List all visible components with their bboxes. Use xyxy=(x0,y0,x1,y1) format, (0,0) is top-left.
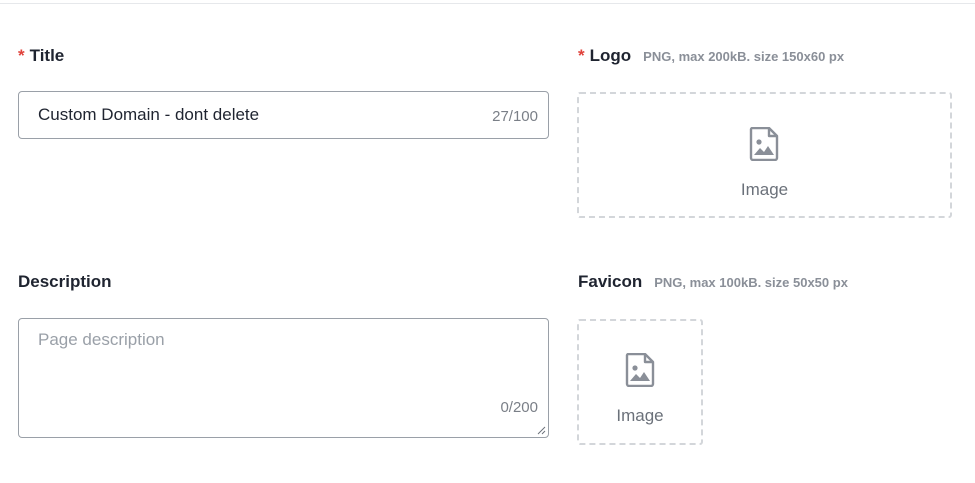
favicon-upload-label: Image xyxy=(616,406,664,425)
description-char-counter: 0/200 xyxy=(500,399,538,416)
required-mark: * xyxy=(18,46,25,65)
resize-handle-icon[interactable] xyxy=(537,426,546,435)
title-char-counter: 27/100 xyxy=(492,108,538,125)
logo-upload-label: Image xyxy=(740,180,789,199)
title-label: * Title xyxy=(18,45,64,67)
title-label-text: Title xyxy=(29,46,65,65)
description-placeholder: Page description xyxy=(38,330,165,349)
logo-label-text: Logo xyxy=(589,46,632,65)
favicon-label: Favicon PNG, max 100kB. size 50x50 px xyxy=(578,271,848,294)
favicon-hint: PNG, max 100kB. size 50x50 px xyxy=(654,275,848,290)
image-icon xyxy=(625,353,655,387)
favicon-label-text: Favicon xyxy=(578,272,643,291)
description-label: Description xyxy=(18,271,112,293)
logo-upload-dropzone[interactable]: Image xyxy=(577,92,952,218)
description-textarea[interactable]: Page description 0/200 xyxy=(18,318,549,438)
logo-label: * Logo PNG, max 200kB. size 150x60 px xyxy=(578,45,844,68)
title-input-value: Custom Domain - dont delete xyxy=(38,105,260,124)
image-icon xyxy=(749,127,779,161)
required-mark: * xyxy=(578,46,585,65)
title-input[interactable]: Custom Domain - dont delete 27/100 xyxy=(18,91,549,139)
description-label-text: Description xyxy=(18,272,112,291)
logo-hint: PNG, max 200kB. size 150x60 px xyxy=(643,49,845,64)
top-divider xyxy=(0,3,975,4)
favicon-upload-dropzone[interactable]: Image xyxy=(577,319,703,445)
